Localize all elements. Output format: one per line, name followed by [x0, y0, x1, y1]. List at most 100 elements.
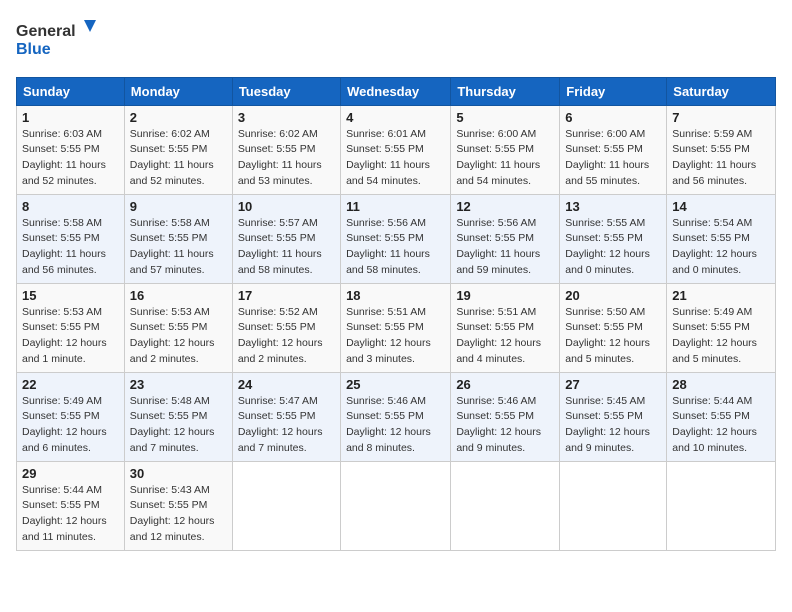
day-number: 19 [456, 288, 554, 303]
day-number: 22 [22, 377, 119, 392]
day-info: Sunrise: 5:56 AMSunset: 5:55 PMDaylight:… [346, 216, 445, 279]
calendar-table: SundayMondayTuesdayWednesdayThursdayFrid… [16, 77, 776, 551]
column-header-thursday: Thursday [451, 77, 560, 105]
day-number: 11 [346, 199, 445, 214]
day-number: 12 [456, 199, 554, 214]
day-cell: 8 Sunrise: 5:58 AMSunset: 5:55 PMDaylight… [17, 194, 125, 283]
day-cell: 27Sunrise: 5:45 AMSunset: 5:55 PMDayligh… [560, 372, 667, 461]
logo-text: General Blue [16, 16, 106, 65]
day-cell: 22 Sunrise: 5:49 AMSunset: 5:55 PMDayligh… [17, 372, 125, 461]
day-cell: 6 Sunrise: 6:00 AMSunset: 5:55 PMDaylight… [560, 105, 667, 194]
column-header-friday: Friday [560, 77, 667, 105]
day-cell: 13 Sunrise: 5:55 AMSunset: 5:55 PMDayligh… [560, 194, 667, 283]
day-cell: 16 Sunrise: 5:53 AMSunset: 5:55 PMDayligh… [124, 283, 232, 372]
day-info: Sunrise: 5:57 AMSunset: 5:55 PMDaylight:… [238, 216, 335, 279]
day-info: Sunrise: 5:58 AMSunset: 5:55 PMDaylight:… [22, 216, 119, 279]
day-cell: 20 Sunrise: 5:50 AMSunset: 5:55 PMDayligh… [560, 283, 667, 372]
logo: General Blue [16, 16, 106, 65]
svg-text:Blue: Blue [16, 41, 51, 58]
day-info: Sunrise: 6:00 AMSunset: 5:55 PMDaylight:… [456, 127, 554, 190]
day-number: 13 [565, 199, 661, 214]
day-info: Sunrise: 6:00 AMSunset: 5:55 PMDaylight:… [565, 127, 661, 190]
day-number: 1 [22, 110, 119, 125]
day-info: Sunrise: 5:55 AMSunset: 5:55 PMDaylight:… [565, 216, 661, 279]
day-number: 15 [22, 288, 119, 303]
day-cell: 9 Sunrise: 5:58 AMSunset: 5:55 PMDaylight… [124, 194, 232, 283]
day-info: Sunrise: 5:50 AMSunset: 5:55 PMDaylight:… [565, 305, 661, 368]
day-info: Sunrise: 5:44 AMSunset: 5:55 PMDaylight:… [672, 394, 770, 457]
day-cell: 4Sunrise: 6:01 AMSunset: 5:55 PMDaylight… [341, 105, 451, 194]
day-cell [341, 461, 451, 550]
day-number: 24 [238, 377, 335, 392]
day-cell: 2 Sunrise: 6:02 AMSunset: 5:55 PMDaylight… [124, 105, 232, 194]
day-cell: 21Sunrise: 5:49 AMSunset: 5:55 PMDayligh… [667, 283, 776, 372]
day-number: 16 [130, 288, 227, 303]
day-number: 2 [130, 110, 227, 125]
week-row-3: 15 Sunrise: 5:53 AMSunset: 5:55 PMDayligh… [17, 283, 776, 372]
day-cell: 1 Sunrise: 6:03 AMSunset: 5:55 PMDaylight… [17, 105, 125, 194]
day-cell: 28 Sunrise: 5:44 AMSunset: 5:55 PMDayligh… [667, 372, 776, 461]
day-info: Sunrise: 6:01 AMSunset: 5:55 PMDaylight:… [346, 127, 445, 190]
day-info: Sunrise: 5:53 AMSunset: 5:55 PMDaylight:… [22, 305, 119, 368]
column-header-saturday: Saturday [667, 77, 776, 105]
day-info: Sunrise: 6:02 AMSunset: 5:55 PMDaylight:… [130, 127, 227, 190]
day-info: Sunrise: 5:46 AMSunset: 5:55 PMDaylight:… [346, 394, 445, 457]
day-info: Sunrise: 5:56 AMSunset: 5:55 PMDaylight:… [456, 216, 554, 279]
day-number: 8 [22, 199, 119, 214]
week-row-5: 29 Sunrise: 5:44 AMSunset: 5:55 PMDayligh… [17, 461, 776, 550]
day-info: Sunrise: 5:51 AMSunset: 5:55 PMDaylight:… [346, 305, 445, 368]
header-row: SundayMondayTuesdayWednesdayThursdayFrid… [17, 77, 776, 105]
day-cell: 3 Sunrise: 6:02 AMSunset: 5:55 PMDaylight… [232, 105, 340, 194]
column-header-sunday: Sunday [17, 77, 125, 105]
day-number: 5 [456, 110, 554, 125]
svg-text:General: General [16, 23, 76, 40]
day-info: Sunrise: 5:49 AMSunset: 5:55 PMDaylight:… [22, 394, 119, 457]
day-cell: 10 Sunrise: 5:57 AMSunset: 5:55 PMDayligh… [232, 194, 340, 283]
week-row-4: 22 Sunrise: 5:49 AMSunset: 5:55 PMDayligh… [17, 372, 776, 461]
column-header-wednesday: Wednesday [341, 77, 451, 105]
day-number: 26 [456, 377, 554, 392]
day-cell: 14 Sunrise: 5:54 AMSunset: 5:55 PMDayligh… [667, 194, 776, 283]
day-cell [232, 461, 340, 550]
day-cell: 17Sunrise: 5:52 AMSunset: 5:55 PMDayligh… [232, 283, 340, 372]
day-number: 10 [238, 199, 335, 214]
day-info: Sunrise: 5:49 AMSunset: 5:55 PMDaylight:… [672, 305, 770, 368]
day-info: Sunrise: 6:02 AMSunset: 5:55 PMDaylight:… [238, 127, 335, 190]
day-cell: 5 Sunrise: 6:00 AMSunset: 5:55 PMDaylight… [451, 105, 560, 194]
day-number: 28 [672, 377, 770, 392]
week-row-1: 1 Sunrise: 6:03 AMSunset: 5:55 PMDaylight… [17, 105, 776, 194]
day-cell: 15 Sunrise: 5:53 AMSunset: 5:55 PMDayligh… [17, 283, 125, 372]
day-cell: 12 Sunrise: 5:56 AMSunset: 5:55 PMDayligh… [451, 194, 560, 283]
day-number: 14 [672, 199, 770, 214]
day-number: 6 [565, 110, 661, 125]
day-number: 17 [238, 288, 335, 303]
day-number: 7 [672, 110, 770, 125]
day-number: 29 [22, 466, 119, 481]
day-cell [560, 461, 667, 550]
day-cell: 18Sunrise: 5:51 AMSunset: 5:55 PMDayligh… [341, 283, 451, 372]
day-number: 3 [238, 110, 335, 125]
day-info: Sunrise: 5:48 AMSunset: 5:55 PMDaylight:… [130, 394, 227, 457]
day-info: Sunrise: 5:54 AMSunset: 5:55 PMDaylight:… [672, 216, 770, 279]
day-info: Sunrise: 5:46 AMSunset: 5:55 PMDaylight:… [456, 394, 554, 457]
day-info: Sunrise: 5:53 AMSunset: 5:55 PMDaylight:… [130, 305, 227, 368]
day-cell [667, 461, 776, 550]
day-info: Sunrise: 5:58 AMSunset: 5:55 PMDaylight:… [130, 216, 227, 279]
day-number: 25 [346, 377, 445, 392]
day-info: Sunrise: 5:47 AMSunset: 5:55 PMDaylight:… [238, 394, 335, 457]
day-info: Sunrise: 5:44 AMSunset: 5:55 PMDaylight:… [22, 483, 119, 546]
page-header: General Blue [16, 16, 776, 65]
day-number: 20 [565, 288, 661, 303]
day-info: Sunrise: 5:43 AMSunset: 5:55 PMDaylight:… [130, 483, 227, 546]
day-cell: 24 Sunrise: 5:47 AMSunset: 5:55 PMDayligh… [232, 372, 340, 461]
day-cell [451, 461, 560, 550]
day-cell: 11 Sunrise: 5:56 AMSunset: 5:55 PMDayligh… [341, 194, 451, 283]
column-header-tuesday: Tuesday [232, 77, 340, 105]
day-number: 27 [565, 377, 661, 392]
day-cell: 23Sunrise: 5:48 AMSunset: 5:55 PMDayligh… [124, 372, 232, 461]
day-number: 9 [130, 199, 227, 214]
day-info: Sunrise: 6:03 AMSunset: 5:55 PMDaylight:… [22, 127, 119, 190]
day-cell: 29 Sunrise: 5:44 AMSunset: 5:55 PMDayligh… [17, 461, 125, 550]
logo-svg: General Blue [16, 16, 106, 60]
week-row-2: 8 Sunrise: 5:58 AMSunset: 5:55 PMDaylight… [17, 194, 776, 283]
